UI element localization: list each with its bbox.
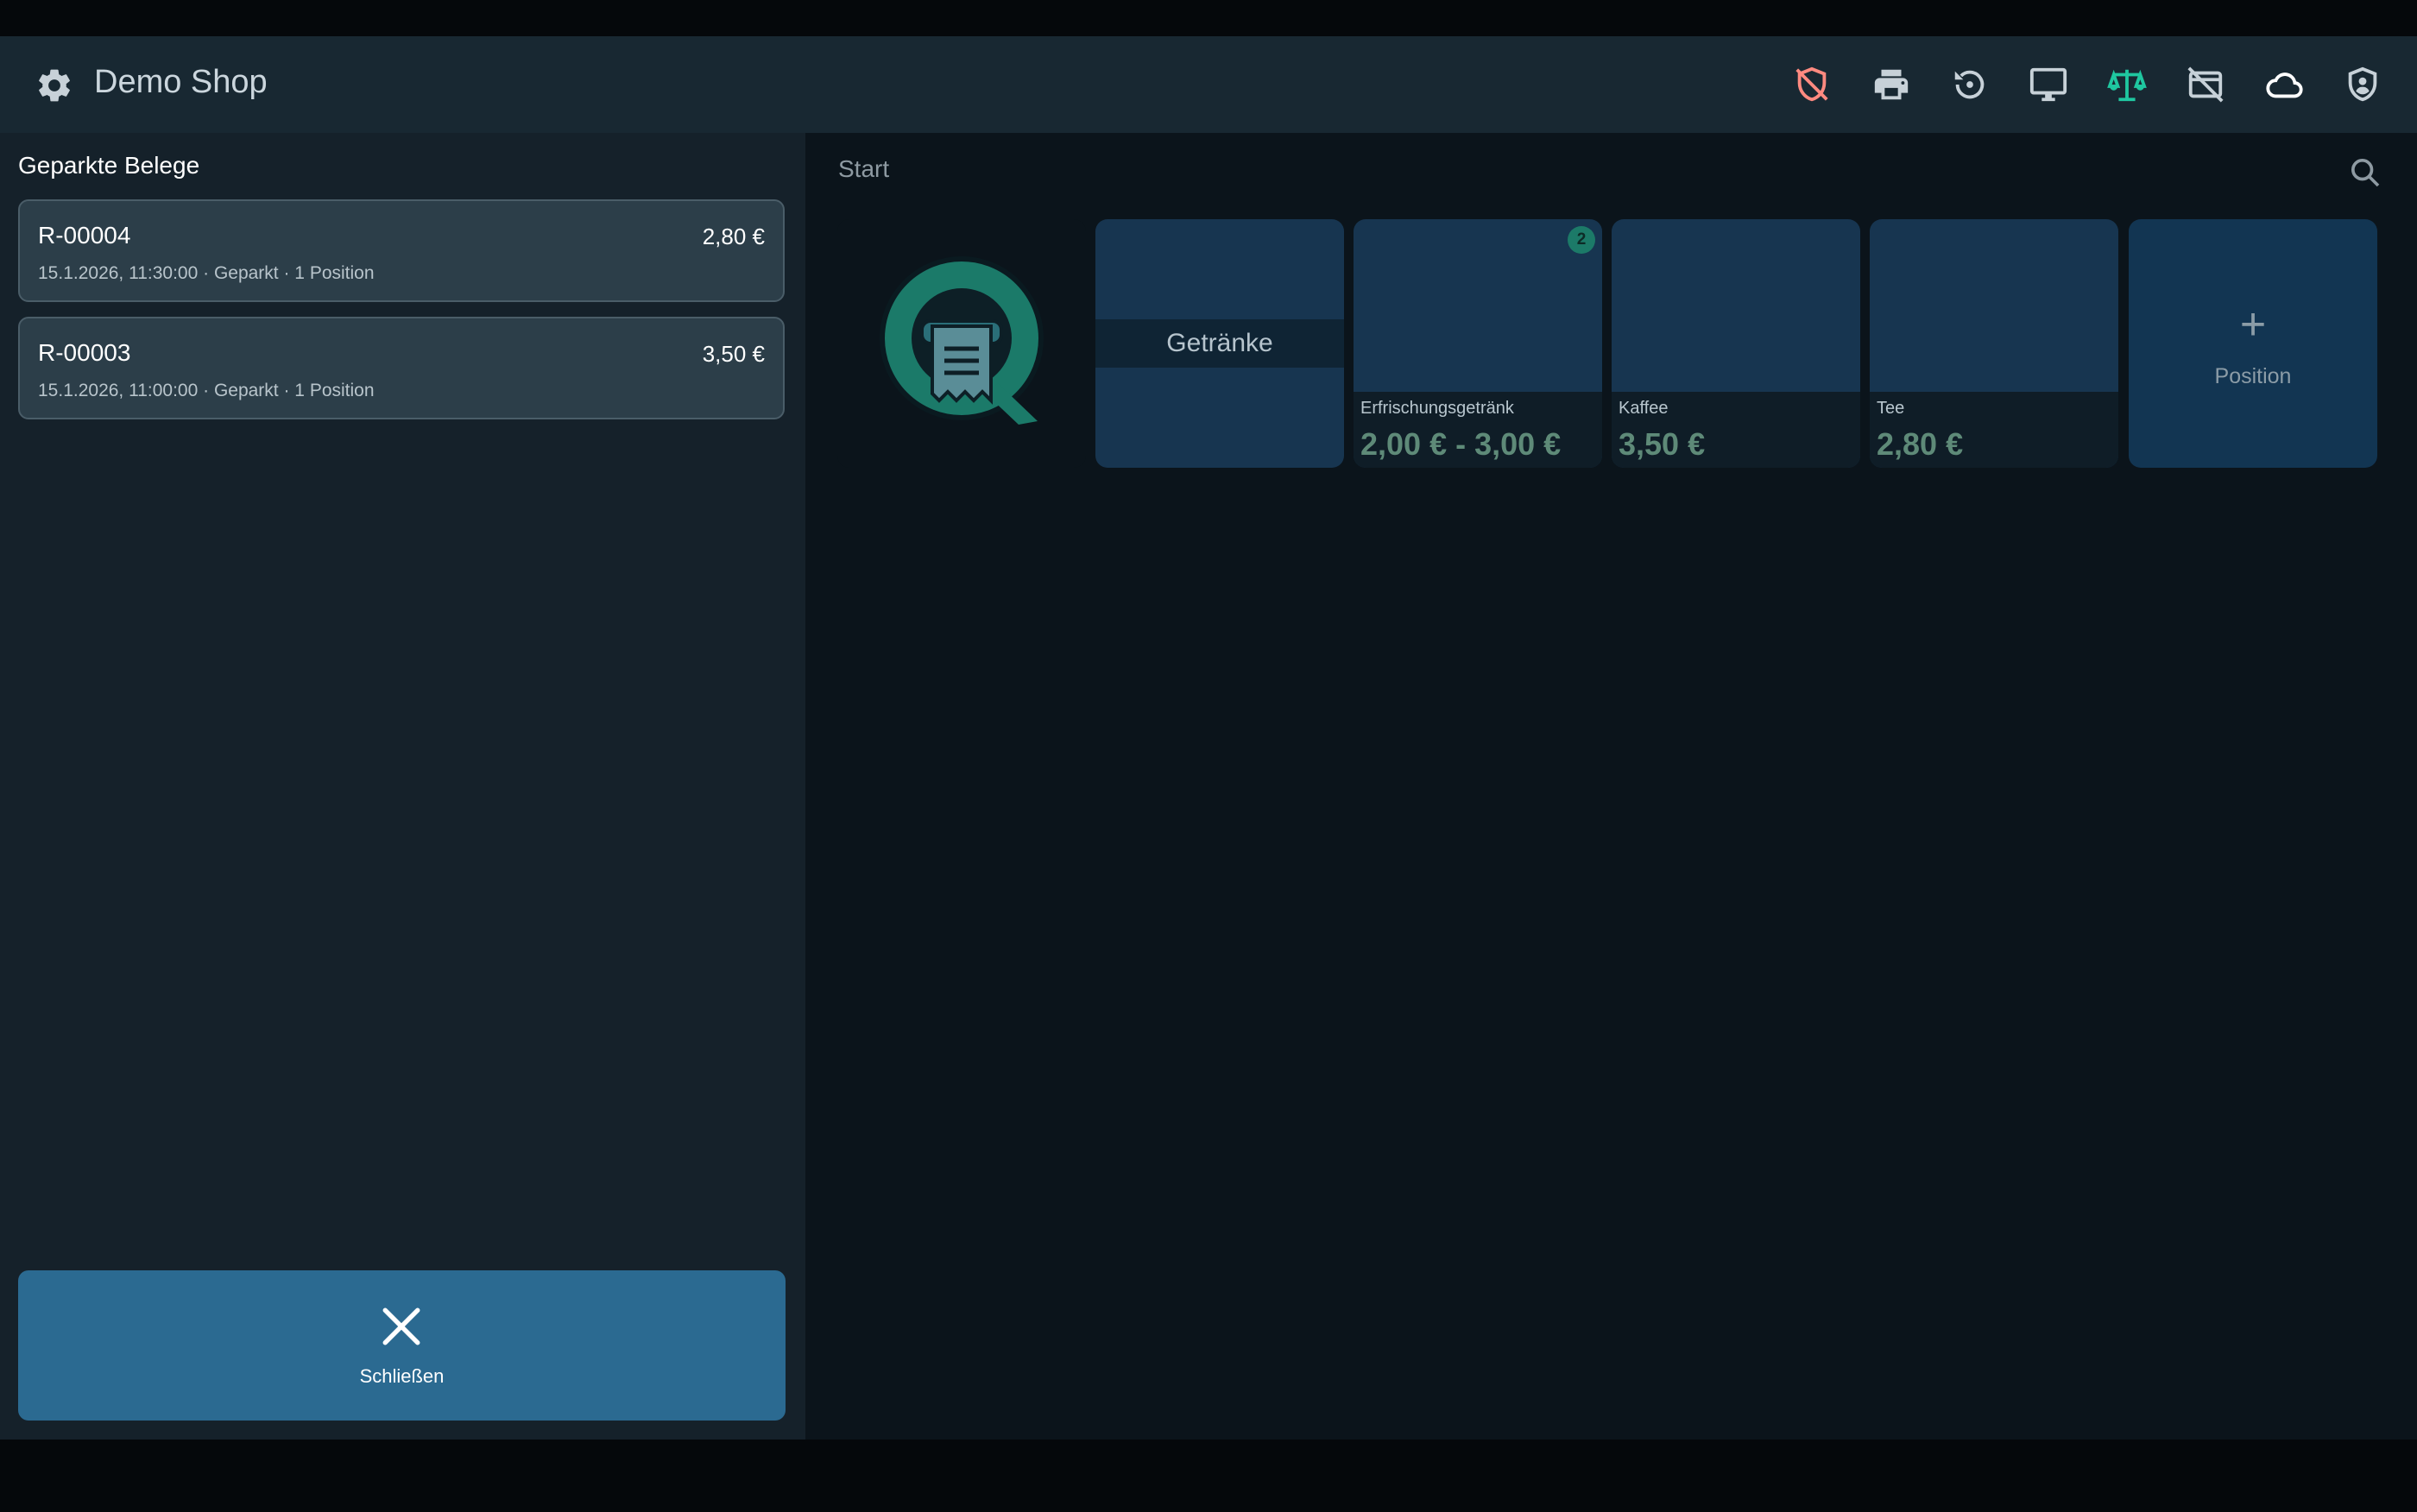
product-panel: Start Getränke 2 Erfrischungsgetränk 2,0… <box>805 133 2417 1440</box>
add-position-button[interactable]: + Position <box>2129 219 2377 468</box>
product-info: Erfrischungsgetränk 2,00 € - 3,00 € <box>1354 392 1602 468</box>
printer-icon[interactable] <box>1871 65 1911 104</box>
history-icon[interactable] <box>1950 65 1990 104</box>
breadcrumb[interactable]: Start <box>838 155 889 183</box>
variant-count-badge: 2 <box>1568 226 1595 254</box>
add-position-label: Position <box>2214 364 2292 388</box>
top-bar: Demo Shop <box>0 36 2417 133</box>
plus-icon: + <box>2239 299 2267 350</box>
product-info: Kaffee 3,50 € <box>1612 392 1860 468</box>
parked-receipts-panel: Geparkte Belege R-00004 2,80 € 15.1.2026… <box>0 133 805 1440</box>
monitor-icon[interactable] <box>2029 65 2068 104</box>
receipt-amount: 2,80 € <box>702 224 765 249</box>
search-icon[interactable] <box>2348 155 2382 190</box>
panel-title: Geparkte Belege <box>18 152 200 179</box>
close-label: Schließen <box>359 1365 445 1387</box>
scale-icon[interactable] <box>2107 65 2147 104</box>
product-name: Kaffee <box>1619 399 1669 418</box>
receipt-amount: 3,50 € <box>702 341 765 367</box>
product-price: 2,00 € - 3,00 € <box>1360 426 1562 462</box>
receipt-number: R-00003 <box>38 339 131 366</box>
receipt-meta: 15.1.2026, 11:30:00 · Geparkt · 1 Positi… <box>38 263 375 283</box>
card-off-icon[interactable] <box>2186 65 2225 104</box>
shop-logo <box>837 219 1086 468</box>
receipt-card[interactable]: R-00003 3,50 € 15.1.2026, 11:00:00 · Gep… <box>18 317 785 419</box>
app-title: Demo Shop <box>94 64 268 100</box>
product-tile[interactable]: Kaffee 3,50 € <box>1612 219 1860 468</box>
product-price: 3,50 € <box>1619 426 1706 462</box>
settings-icon[interactable] <box>35 66 74 105</box>
product-tile[interactable]: Tee 2,80 € <box>1870 219 2118 468</box>
category-tile[interactable]: Getränke <box>1095 219 1344 468</box>
close-icon <box>380 1305 423 1348</box>
product-name: Erfrischungsgetränk <box>1360 399 1514 418</box>
shield-off-icon[interactable] <box>1792 65 1832 104</box>
cloud-icon[interactable] <box>2264 65 2304 104</box>
receipt-number: R-00004 <box>38 222 131 249</box>
receipt-meta: 15.1.2026, 11:00:00 · Geparkt · 1 Positi… <box>38 381 375 400</box>
product-tile[interactable]: 2 Erfrischungsgetränk 2,00 € - 3,00 € <box>1354 219 1602 468</box>
receipt-card[interactable]: R-00004 2,80 € 15.1.2026, 11:30:00 · Gep… <box>18 199 785 302</box>
product-name: Tee <box>1877 399 1905 418</box>
product-info: Tee 2,80 € <box>1870 392 2118 468</box>
close-button[interactable]: Schließen <box>18 1270 786 1421</box>
product-price: 2,80 € <box>1877 426 1964 462</box>
category-label: Getränke <box>1095 319 1344 368</box>
account-shield-icon[interactable] <box>2343 65 2382 104</box>
